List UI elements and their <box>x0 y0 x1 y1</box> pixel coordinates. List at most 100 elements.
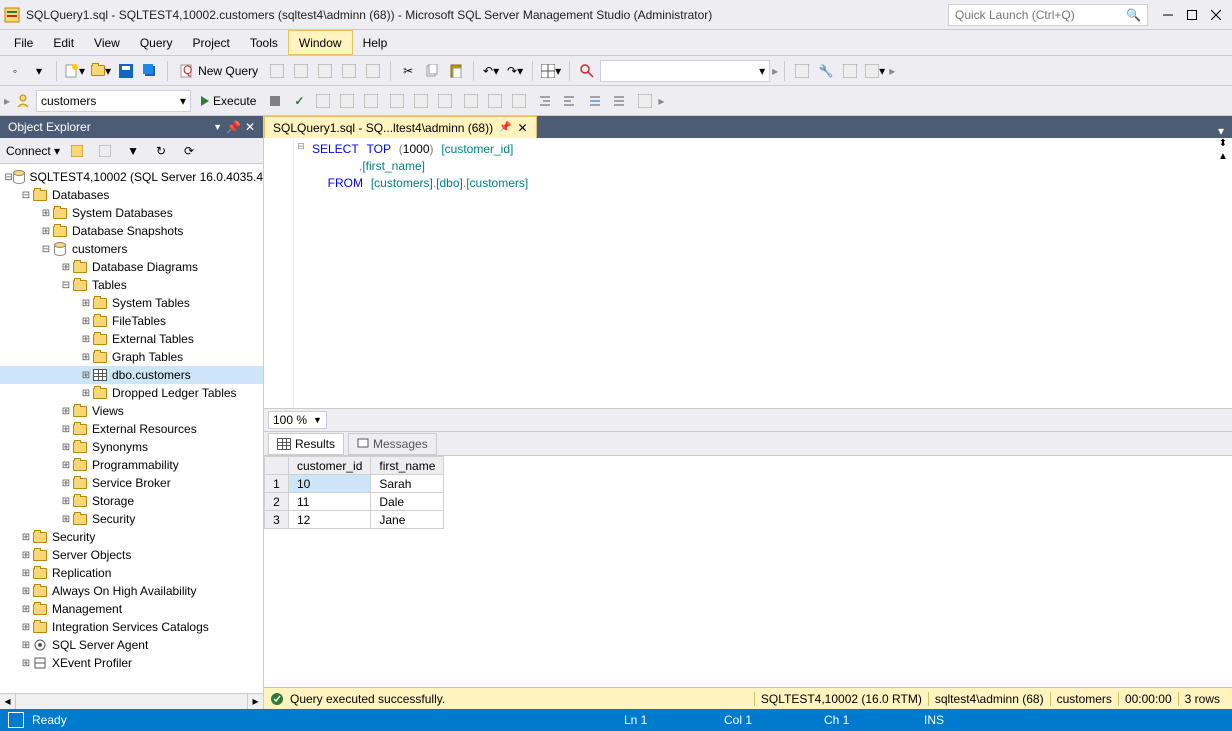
fold-icon[interactable]: ⊟ <box>294 138 308 408</box>
t2-7[interactable] <box>460 90 482 112</box>
tree-sbroker[interactable]: Service Broker <box>92 476 171 490</box>
new-item-button[interactable]: ▾ <box>63 60 87 82</box>
tree-custdb[interactable]: customers <box>72 242 127 256</box>
tool-icon-4[interactable] <box>338 60 360 82</box>
tree-aoha[interactable]: Always On High Availability <box>52 584 197 598</box>
oe-refresh[interactable]: ↻ <box>150 140 172 162</box>
tree-dropped[interactable]: Dropped Ledger Tables <box>112 386 237 400</box>
t2-1[interactable] <box>312 90 334 112</box>
tree-sysdb[interactable]: System Databases <box>72 206 173 220</box>
menu-edit[interactable]: Edit <box>43 30 84 55</box>
connect-button[interactable]: Connect ▾ <box>6 144 60 158</box>
menu-tools[interactable]: Tools <box>240 30 288 55</box>
save-button[interactable] <box>115 60 137 82</box>
close-panel-icon[interactable]: ✕ <box>245 120 255 134</box>
menu-file[interactable]: File <box>4 30 43 55</box>
nav-fwd-button[interactable]: ▾ <box>28 60 50 82</box>
tree-exttables[interactable]: External Tables <box>112 332 194 346</box>
find-button[interactable] <box>576 60 598 82</box>
copy-button[interactable] <box>421 60 443 82</box>
tree-server[interactable]: SQLTEST4,10002 (SQL Server 16.0.4035.4 <box>30 170 263 184</box>
open-button[interactable]: ▾ <box>89 60 113 82</box>
tree-filetables[interactable]: FileTables <box>112 314 166 328</box>
tree-views[interactable]: Views <box>92 404 124 418</box>
tree-systables[interactable]: System Tables <box>112 296 190 310</box>
change-connection-button[interactable] <box>12 90 34 112</box>
messages-tab[interactable]: Messages <box>348 433 437 455</box>
tree-storage[interactable]: Storage <box>92 494 134 508</box>
cell-3-1[interactable]: 12 <box>289 511 371 529</box>
tool-ex2[interactable] <box>839 60 861 82</box>
tree-extres[interactable]: External Resources <box>92 422 197 436</box>
results-grid[interactable]: customer_idfirst_name 110Sarah 211Dale 3… <box>264 456 1232 687</box>
quick-launch[interactable]: 🔍 <box>948 4 1148 26</box>
tab-overflow-button[interactable]: ▾ <box>1210 124 1232 138</box>
sql-code[interactable]: SELECT TOP (1000) [customer_id] ,[first_… <box>308 138 1232 408</box>
rownum-3[interactable]: 3 <box>265 511 289 529</box>
t2-8[interactable] <box>484 90 506 112</box>
menu-help[interactable]: Help <box>353 30 398 55</box>
wrench-icon[interactable]: 🔧 <box>815 60 837 82</box>
tree-xevent[interactable]: XEvent Profiler <box>52 656 132 670</box>
t2-last[interactable] <box>634 90 656 112</box>
cell-1-2[interactable]: Sarah <box>371 475 444 493</box>
toolbar-combo[interactable]: ▾ <box>600 60 770 82</box>
minimize-button[interactable] <box>1156 3 1180 27</box>
oe-hscroll[interactable]: ◂ ▸ <box>0 693 263 709</box>
pin-icon[interactable]: 📌 <box>226 120 241 134</box>
t2-6[interactable] <box>434 90 456 112</box>
execute-button[interactable]: Execute <box>195 90 262 112</box>
splitter-icon[interactable]: ⬍ <box>1219 138 1227 149</box>
close-button[interactable] <box>1204 3 1228 27</box>
tree-repl[interactable]: Replication <box>52 566 111 580</box>
quick-launch-input[interactable] <box>955 8 1126 22</box>
menu-window[interactable]: Window <box>288 30 353 55</box>
tree-mgmt[interactable]: Management <box>52 602 122 616</box>
tool-ex1[interactable] <box>791 60 813 82</box>
cell-1-1[interactable]: 10 <box>289 475 371 493</box>
saveall-button[interactable] <box>139 60 161 82</box>
oe-tool2[interactable] <box>94 140 116 162</box>
outdent-button[interactable] <box>558 90 580 112</box>
object-tree[interactable]: ⊟SQLTEST4,10002 (SQL Server 16.0.4035.4 … <box>0 164 263 693</box>
tree-sec[interactable]: Security <box>92 512 135 526</box>
close-tab-icon[interactable]: ✕ <box>518 121 528 135</box>
cell-2-2[interactable]: Dale <box>371 493 444 511</box>
stop-button[interactable] <box>264 90 286 112</box>
rownum-2[interactable]: 2 <box>265 493 289 511</box>
tree-intsvc[interactable]: Integration Services Catalogs <box>52 620 209 634</box>
database-combo[interactable]: customers▾ <box>36 90 191 112</box>
menu-project[interactable]: Project <box>183 30 240 55</box>
t2-4[interactable] <box>386 90 408 112</box>
new-query-button[interactable]: Q New Query <box>174 60 264 82</box>
cut-button[interactable]: ✂ <box>397 60 419 82</box>
grid-button[interactable]: ▾ <box>539 60 563 82</box>
parse-button[interactable]: ✓ <box>288 90 310 112</box>
pin-tab-icon[interactable]: 📌 <box>499 122 511 133</box>
tree-syn[interactable]: Synonyms <box>92 440 148 454</box>
tree-serverobj[interactable]: Server Objects <box>52 548 131 562</box>
undo-button[interactable]: ↶▾ <box>480 60 502 82</box>
tool-icon-5[interactable] <box>362 60 384 82</box>
tool-icon-3[interactable] <box>314 60 336 82</box>
code-editor[interactable]: ⊟ SELECT TOP (1000) [customer_id] ,[firs… <box>264 138 1232 408</box>
tree-tables[interactable]: Tables <box>92 278 127 292</box>
nav-up-icon[interactable]: ▲ <box>1218 151 1228 162</box>
tree-diagrams[interactable]: Database Diagrams <box>92 260 198 274</box>
nav-back-button[interactable]: ◦ <box>4 60 26 82</box>
tree-sqlagent[interactable]: SQL Server Agent <box>52 638 148 652</box>
cell-2-1[interactable]: 11 <box>289 493 371 511</box>
tool-ex3[interactable]: ▾ <box>863 60 887 82</box>
tree-snap[interactable]: Database Snapshots <box>72 224 183 238</box>
t2-2[interactable] <box>336 90 358 112</box>
indent-button[interactable] <box>534 90 556 112</box>
tree-prog[interactable]: Programmability <box>92 458 179 472</box>
menu-query[interactable]: Query <box>130 30 183 55</box>
tree-dbocustomers[interactable]: dbo.customers <box>112 368 191 382</box>
menu-view[interactable]: View <box>84 30 130 55</box>
paste-button[interactable] <box>445 60 467 82</box>
oe-tool3[interactable]: ⟳ <box>178 140 200 162</box>
zoom-select[interactable]: 100 %▼ <box>268 411 327 429</box>
tool-icon-2[interactable] <box>290 60 312 82</box>
cell-3-2[interactable]: Jane <box>371 511 444 529</box>
